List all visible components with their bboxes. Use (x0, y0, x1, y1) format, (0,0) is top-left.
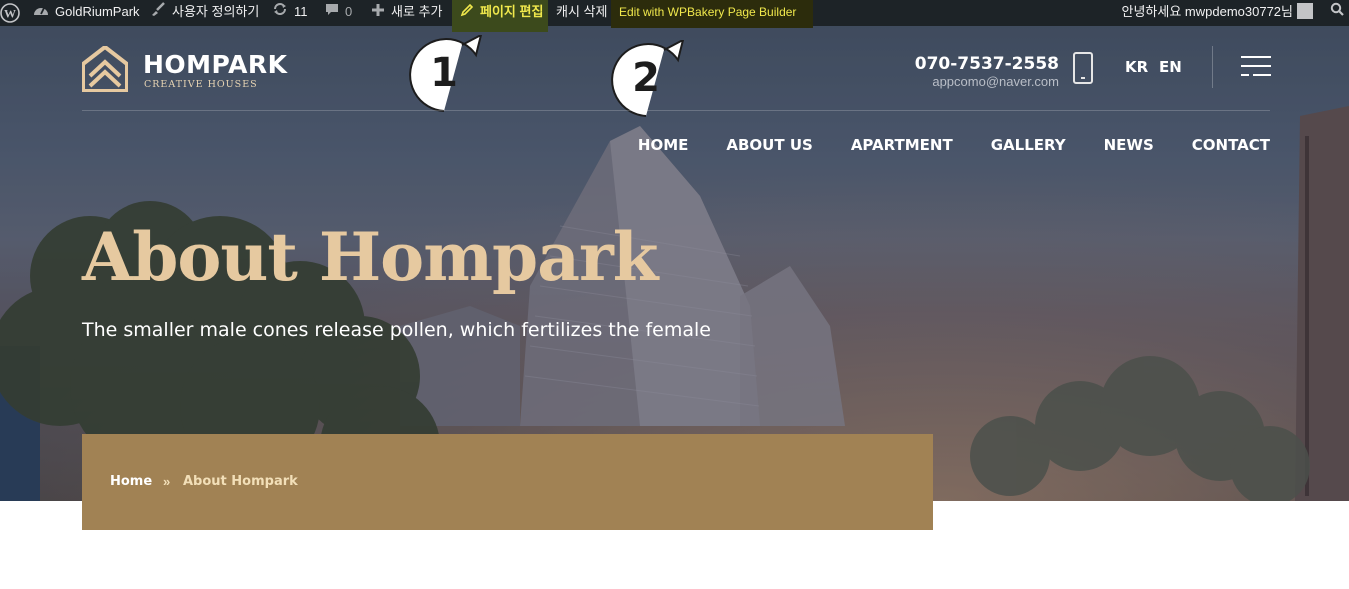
breadcrumb: Home » About Hompark (82, 434, 933, 530)
email-address[interactable]: appcomo@naver.com (915, 74, 1059, 89)
hamburger-menu-icon[interactable] (1241, 56, 1271, 78)
logo-brand: HOMPARK (143, 50, 288, 79)
callout-bubble-1: 1 (406, 35, 483, 112)
comments-count: 0 (345, 4, 353, 19)
svg-text:W: W (4, 7, 16, 21)
updates-icon (272, 1, 288, 25)
nav-news[interactable]: NEWS (1104, 136, 1154, 154)
nav-apartment[interactable]: APARTMENT (851, 136, 953, 154)
pencil-icon (460, 1, 474, 25)
nav-about-us[interactable]: ABOUT US (726, 136, 812, 154)
admin-clear-cache-link[interactable]: 캐시 삭제 (556, 0, 607, 26)
breadcrumb-separator: » (163, 474, 171, 489)
nav-home[interactable]: HOME (638, 136, 688, 154)
avatar (1297, 3, 1313, 19)
language-kr[interactable]: KR (1125, 58, 1148, 76)
phone-number[interactable]: 070-7537-2558 (915, 54, 1059, 74)
brush-icon (150, 1, 166, 25)
hero-section: HOMPARK CREATIVE HOUSES 1 2 070-7537-255… (0, 26, 1349, 501)
page-title: About Hompark (82, 218, 658, 296)
callout-number-1: 1 (430, 50, 458, 96)
admin-account-menu[interactable]: 안녕하세요 mwpdemo30772님 (1121, 0, 1313, 26)
edit-page-label: 페이지 편집 (480, 4, 544, 19)
admin-new-content-link[interactable]: 새로 추가 (371, 0, 442, 26)
header-divider (1212, 46, 1213, 88)
header-separator (82, 110, 1270, 111)
admin-search-button[interactable] (1330, 0, 1344, 26)
breadcrumb-current: About Hompark (183, 474, 298, 489)
dashboard-icon (33, 1, 49, 25)
nav-gallery[interactable]: GALLERY (991, 136, 1066, 154)
language-en[interactable]: EN (1159, 58, 1182, 76)
logo-tagline: CREATIVE HOUSES (144, 79, 258, 90)
admin-wpbakery-link[interactable]: Edit with WPBakery Page Builder (611, 0, 813, 28)
new-label: 새로 추가 (391, 4, 443, 19)
updates-count: 11 (294, 4, 308, 19)
mobile-phone-icon (1073, 52, 1093, 84)
cache-clear-label: 캐시 삭제 (556, 4, 608, 19)
logo-house-icon (81, 44, 129, 93)
plus-icon (371, 1, 385, 25)
greeting-label: 안녕하세요 mwpdemo30772님 (1121, 4, 1294, 19)
wpbakery-label: Edit with WPBakery Page Builder (619, 5, 797, 19)
customize-label: 사용자 정의하기 (172, 4, 260, 19)
wordpress-logo-icon[interactable]: W (0, 3, 20, 23)
admin-site-menu[interactable]: GoldRiumPark (33, 0, 140, 26)
admin-updates-link[interactable]: 11 (272, 0, 308, 26)
search-icon (1330, 2, 1344, 19)
site-name: GoldRiumPark (55, 4, 140, 19)
main-navigation: HOME ABOUT US APARTMENT GALLERY NEWS CON… (638, 136, 1270, 154)
comment-icon (325, 1, 339, 25)
callout-bubble-2: 2 (608, 40, 685, 117)
site-logo[interactable]: HOMPARK CREATIVE HOUSES (81, 44, 287, 94)
breadcrumb-home-link[interactable]: Home (110, 474, 152, 489)
callout-number-2: 2 (632, 55, 660, 101)
nav-contact[interactable]: CONTACT (1192, 136, 1270, 154)
admin-comments-link[interactable]: 0 (325, 0, 352, 26)
page-subtitle: The smaller male cones release pollen, w… (82, 319, 711, 341)
header-contact: 070-7537-2558 appcomo@naver.com (915, 54, 1059, 89)
admin-bar: W GoldRiumPark 사용자 정의하기 11 0 새로 추가 페이지 편… (0, 0, 1349, 32)
admin-customize-link[interactable]: 사용자 정의하기 (150, 0, 259, 26)
admin-edit-page-link[interactable]: 페이지 편집 (452, 0, 548, 32)
